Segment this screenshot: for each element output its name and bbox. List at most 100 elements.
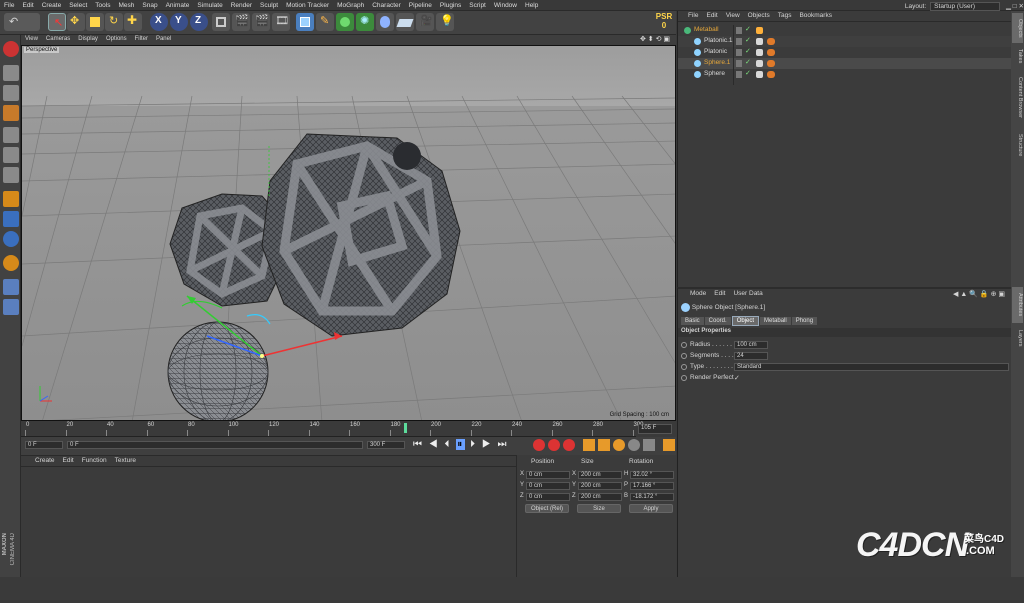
size-mode-dropdown[interactable]: Size (577, 504, 621, 513)
object-row[interactable]: Sphere ✓ (678, 69, 1012, 80)
size-field[interactable]: 200 cm (578, 471, 622, 479)
subdivision-icon[interactable] (336, 13, 354, 31)
pla-key-icon[interactable] (643, 439, 655, 451)
attr-nav-icons[interactable]: ◀ ▲ 🔍 🔒 ⊕ ▣ (953, 290, 1005, 298)
object-row[interactable]: Metaball ✓ (678, 25, 1012, 36)
viewport-menu-view[interactable]: View (21, 35, 42, 43)
tag-icon[interactable] (756, 49, 763, 56)
play-button[interactable]: ⏸ (456, 439, 466, 450)
scale-tool-icon[interactable] (86, 13, 104, 31)
object-name[interactable]: Sphere (704, 70, 725, 77)
rotation-field[interactable]: -18.172 ° (630, 493, 674, 501)
visibility-dots-icon[interactable] (736, 27, 742, 34)
render-picture-viewer-icon[interactable]: 🎬 (252, 13, 270, 31)
prop-value[interactable]: 100 cm (734, 341, 768, 349)
attr-menu-mode[interactable]: Mode (686, 289, 710, 298)
end-frame-field[interactable]: 105 F (638, 424, 672, 434)
prop-radio-icon[interactable] (681, 353, 687, 359)
size-field[interactable]: 200 cm (578, 493, 622, 501)
range-slider[interactable]: 0 F (67, 441, 363, 449)
prop-radio-icon[interactable] (681, 364, 687, 370)
points-mode-icon[interactable] (3, 127, 19, 143)
object-name[interactable]: Metaball (694, 26, 719, 33)
rotation-field[interactable]: 17.166 ° (630, 482, 674, 490)
close-icon[interactable]: ✕ (1019, 3, 1024, 10)
timeline-playhead[interactable] (404, 423, 407, 433)
platonic-large[interactable] (261, 133, 461, 337)
menu-character[interactable]: Character (368, 0, 405, 9)
menu-motion-tracker[interactable]: Motion Tracker (282, 0, 333, 9)
perspective-viewport[interactable]: Perspective Grid Spacing : 100 cm (21, 45, 676, 421)
sphere-object[interactable] (167, 321, 269, 421)
menu-plugins[interactable]: Plugins (436, 0, 465, 9)
tab-object[interactable]: Object (731, 316, 760, 326)
material-menu-create[interactable]: Create (31, 456, 59, 465)
objects-menu-view[interactable]: View (722, 11, 744, 20)
tab-objects[interactable]: Objects (1012, 13, 1023, 43)
position-field[interactable]: 0 cm (526, 482, 570, 490)
coord-mode-dropdown[interactable]: Object (Rel) (525, 504, 569, 513)
workplane-icon[interactable] (3, 105, 19, 121)
objects-menu-tags[interactable]: Tags (774, 11, 796, 20)
material-menu-texture[interactable]: Texture (111, 456, 140, 465)
menu-file[interactable]: File (0, 0, 18, 9)
tab-coord[interactable]: Coord. (704, 317, 731, 325)
prop-value[interactable]: ✓ (734, 374, 744, 382)
viewport-nav-icons[interactable]: ✥ ⬍ ⟲ ▣ (640, 35, 670, 43)
menu-help[interactable]: Help (521, 0, 542, 9)
menu-tools[interactable]: Tools (91, 0, 114, 9)
move-tool-icon[interactable]: ✥ (67, 13, 85, 31)
object-name[interactable]: Platonic (704, 48, 727, 55)
tab-attributes[interactable]: Attributes (1012, 287, 1023, 323)
material-menu-function[interactable]: Function (78, 456, 111, 465)
polygons-mode-icon[interactable] (3, 167, 19, 183)
grid-icon[interactable] (3, 299, 19, 315)
material-tag-icon[interactable] (767, 71, 775, 78)
menu-script[interactable]: Script (465, 0, 490, 9)
floor-icon[interactable] (396, 13, 414, 31)
render-view-icon[interactable]: 🎬 (232, 13, 250, 31)
object-row[interactable]: Sphere.1 ✓ (678, 58, 1012, 69)
layout-dropdown[interactable]: Startup (User) (930, 2, 1001, 11)
deformer-icon[interactable] (376, 13, 394, 31)
visibility-dots-icon[interactable] (736, 71, 742, 78)
layout-selector[interactable]: Layout: Startup (User) ▁ □ ✕ (905, 0, 1024, 11)
param-key-icon[interactable] (628, 439, 640, 451)
viewport-menu-cameras[interactable]: Cameras (42, 35, 74, 43)
camera-icon[interactable]: 🎥 (416, 13, 434, 31)
tag-icon[interactable] (756, 27, 763, 34)
menu-pipeline[interactable]: Pipeline (405, 0, 436, 9)
tweak-mode-icon[interactable] (3, 211, 19, 227)
object-name[interactable]: Platonic.1 (704, 37, 733, 44)
prop-value[interactable]: 24 (734, 352, 768, 360)
rotate-tool-icon[interactable]: ↻ (105, 13, 123, 31)
rotation-key-icon[interactable] (613, 439, 625, 451)
objects-menu-edit[interactable]: Edit (702, 11, 721, 20)
object-name[interactable]: Sphere.1 (704, 59, 730, 66)
visibility-dots-icon[interactable] (736, 49, 742, 56)
objects-menu-bookmarks[interactable]: Bookmarks (795, 11, 836, 20)
attr-menu-user-data[interactable]: User Data (729, 289, 766, 298)
material-menu-edit[interactable]: Edit (59, 456, 78, 465)
record-icon[interactable] (533, 439, 545, 451)
undo-icon[interactable]: ↶ (4, 13, 40, 31)
model-mode-icon[interactable] (3, 65, 19, 81)
visibility-dots-icon[interactable] (736, 38, 742, 45)
edges-mode-icon[interactable] (3, 147, 19, 163)
menu-simulate[interactable]: Simulate (193, 0, 226, 9)
texture-mode-icon[interactable] (3, 85, 19, 101)
timeline-ruler[interactable]: 0204060801001201401601802002202402602803… (21, 421, 676, 437)
object-row[interactable]: Platonic ✓ (678, 47, 1012, 58)
planar-workplane-icon[interactable] (3, 279, 19, 295)
menu-create[interactable]: Create (38, 0, 66, 9)
tag-icon[interactable] (756, 60, 763, 67)
pen-spline-icon[interactable]: ✎ (316, 13, 334, 31)
maximize-icon[interactable]: □ (1013, 3, 1017, 10)
objects-menu-file[interactable]: File (684, 11, 702, 20)
tab-phong[interactable]: Phong (791, 317, 818, 325)
cube-icon[interactable] (296, 13, 314, 31)
tab-basic[interactable]: Basic (681, 317, 704, 325)
scale-key-icon[interactable] (598, 439, 610, 451)
menu-edit[interactable]: Edit (18, 0, 37, 9)
tag-icon[interactable] (756, 71, 763, 78)
